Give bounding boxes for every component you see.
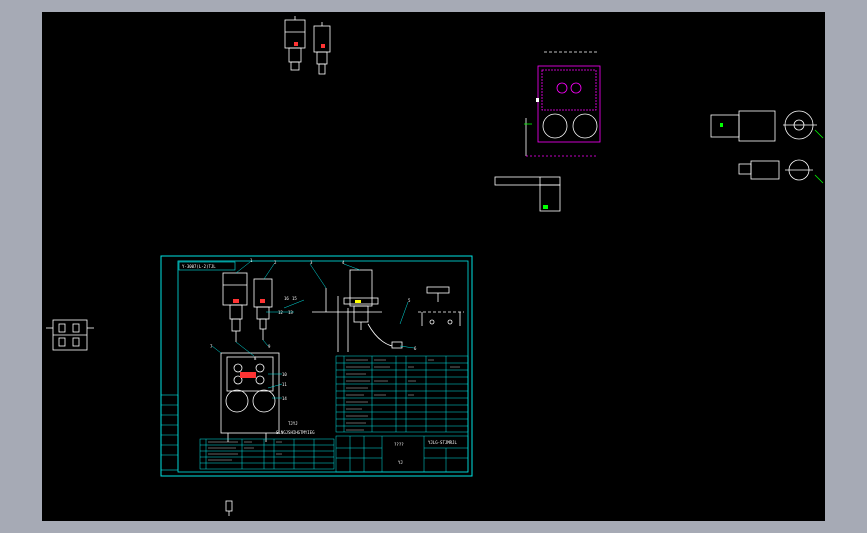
view-caption: TJYJ	[288, 421, 298, 426]
small-pin-part[interactable]	[225, 500, 233, 516]
balloon-10: 10	[282, 372, 287, 377]
cad-model-space[interactable]: Y-3007(L-2)TJL 1 2 3 4 5 6 7 8 9 10 11 1…	[42, 12, 825, 521]
titleblock-sub: YJ	[398, 460, 403, 465]
summary-mark: ????	[394, 442, 404, 447]
parts-list-left[interactable]	[199, 438, 335, 470]
balloon-labels: 1 2 3 4 5 6 7 8 9 10 11 12 13 14 15 16	[210, 258, 417, 401]
balloon-6: 6	[414, 346, 417, 351]
parts-list-right[interactable]	[335, 355, 469, 433]
assembly-motor-2[interactable]	[253, 278, 273, 340]
balloon-13: 13	[288, 310, 293, 315]
balloon-15: 15	[292, 296, 297, 301]
assembly-plate[interactable]	[220, 352, 280, 442]
titleblock-name: YJLG-STJMRJL	[428, 440, 457, 445]
sheet-title: Y-3007(L-2)TJL	[182, 264, 216, 269]
balloon-12: 12	[278, 310, 283, 315]
plate-plan-view[interactable]	[524, 51, 601, 157]
balloon-9: 9	[268, 344, 271, 349]
motor-side-views[interactable]	[710, 110, 824, 184]
revision-strip	[160, 394, 179, 471]
assembly-motor-1[interactable]	[222, 272, 248, 342]
balloon-1: 1	[250, 258, 253, 263]
view-subcaption: SLNGJSHIHGTMYIEG	[276, 430, 315, 435]
drawing-canvas[interactable]: Y-3007(L-2)TJL 1 2 3 4 5 6 7 8 9 10 11 1…	[42, 12, 825, 521]
balloon-5: 5	[408, 298, 411, 303]
drawing-sheet[interactable]: Y-3007(L-2)TJL 1 2 3 4 5 6 7 8 9 10 11 1…	[160, 255, 473, 477]
parts-list-rows	[336, 362, 468, 427]
balloon-14: 14	[282, 396, 287, 401]
motor-elevation-group[interactable]	[284, 16, 331, 75]
fixture-detail-left[interactable]	[46, 319, 94, 351]
balloon-11: 11	[282, 382, 287, 387]
parts-list-fill	[346, 359, 460, 431]
balloon-16: 16	[284, 296, 289, 301]
assembly-motor-3[interactable]	[312, 269, 403, 352]
side-detail[interactable]	[418, 286, 464, 326]
bracket-detail[interactable]	[494, 176, 561, 212]
